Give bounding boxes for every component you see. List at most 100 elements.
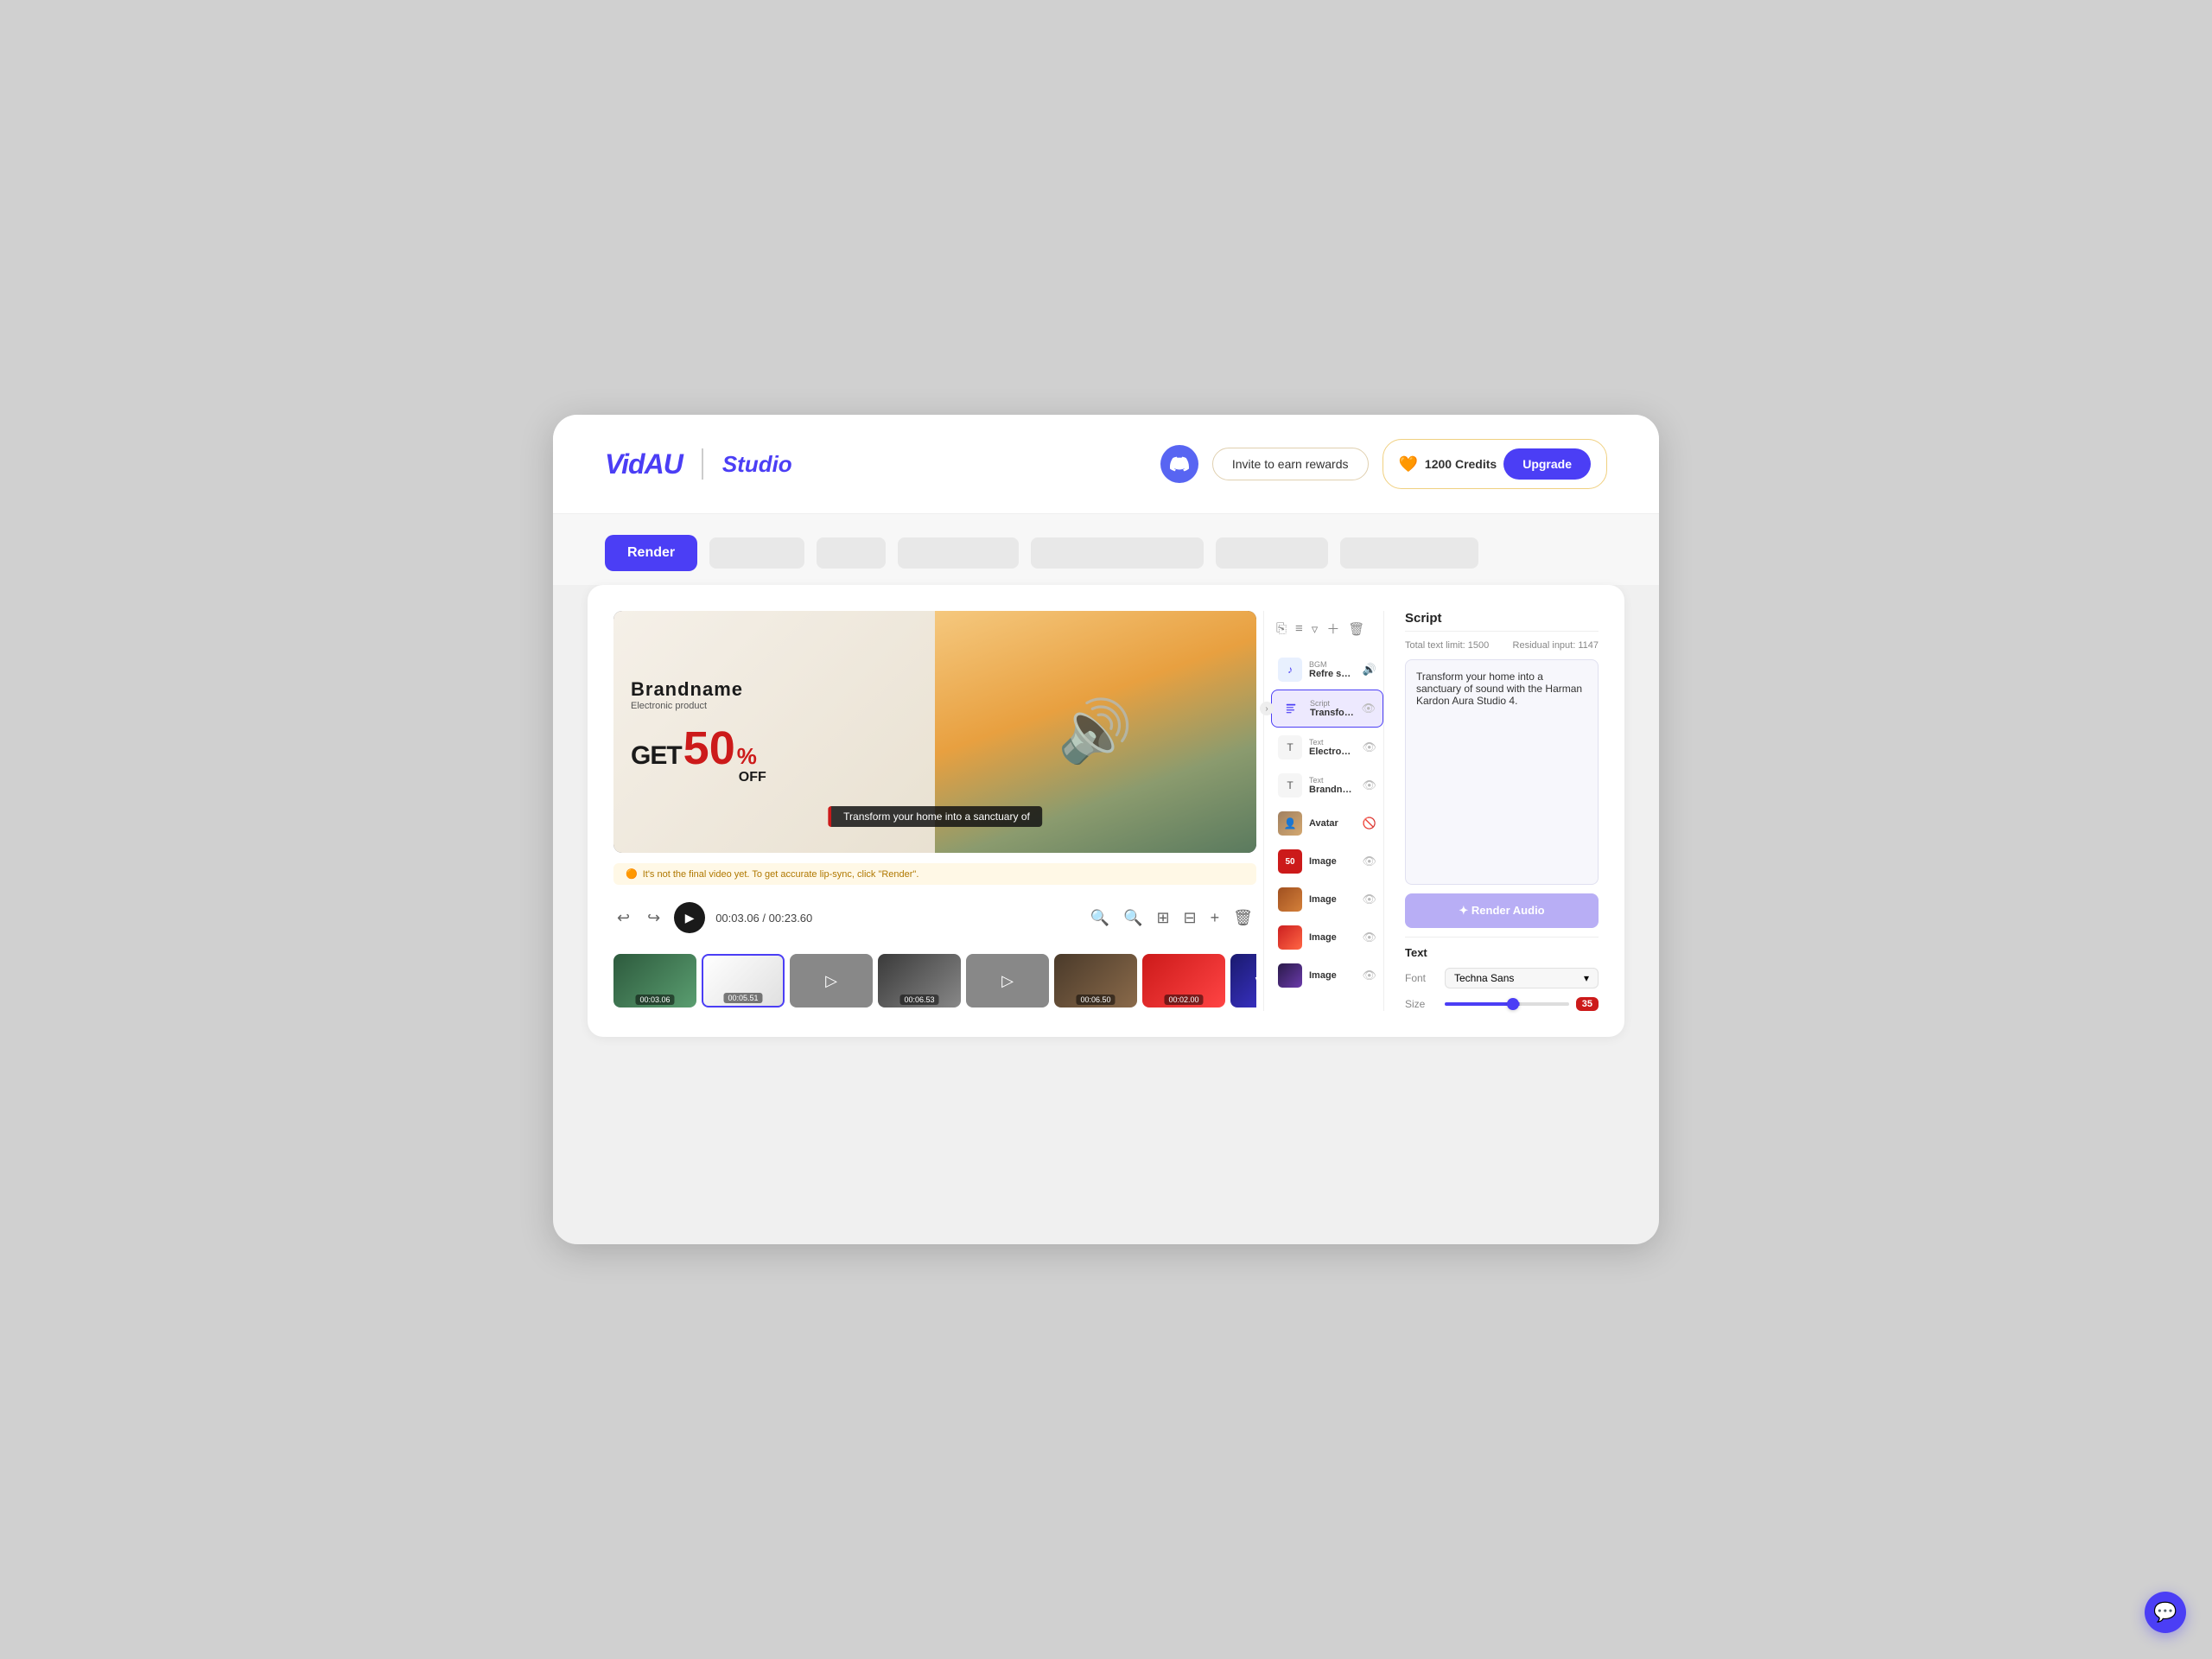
layer-info-img-3: Image: [1309, 932, 1355, 943]
layer-thumb-img-50: 50: [1278, 849, 1302, 874]
layer-info-text-1: Text Electronic pro...: [1309, 738, 1355, 757]
layer-name-text-1: Electronic pro...: [1309, 747, 1355, 757]
layer-thumb-text-1: T: [1278, 735, 1302, 760]
off-text: OFF: [739, 770, 766, 785]
layer-info-img-50: Image: [1309, 856, 1355, 867]
brand-name: Brandname: [631, 678, 950, 701]
text-settings-title: Text: [1405, 937, 1599, 959]
layer-type-script: Script: [1310, 699, 1354, 708]
play-button[interactable]: ▶: [674, 902, 705, 933]
layer-type-text-2: Text: [1309, 776, 1355, 785]
layer-image-3[interactable]: Image 👁: [1271, 919, 1383, 956]
zoom-controls: 🔍 🔍 ⊞ ⊟ + 🗑: [1087, 906, 1256, 931]
script-textarea[interactable]: Transform your home into a sanctuary of …: [1405, 659, 1599, 885]
thumb-time-5: 00:02.00: [1164, 995, 1203, 1005]
layer-image-50[interactable]: 50 Image 👁: [1271, 843, 1383, 880]
layer-copy-btn[interactable]: ⎘: [1274, 620, 1288, 638]
credits-area: 🧡 1200 Credits Upgrade: [1382, 439, 1608, 489]
percent-sign: %: [737, 743, 757, 770]
tab-6[interactable]: [1340, 537, 1478, 569]
layer-eye-text-1[interactable]: 👁: [1362, 741, 1376, 754]
warning-text: It's not the final video yet. To get acc…: [643, 869, 919, 880]
layer-image-2[interactable]: Image 👁: [1271, 881, 1383, 918]
layer-text-1[interactable]: T Text Electronic pro... 👁: [1271, 729, 1383, 766]
fit-button[interactable]: ⊞: [1153, 906, 1173, 931]
collapse-arrow[interactable]: ›: [1260, 702, 1274, 715]
playback-controls: ↩ ↪ ▶ 00:03.06 / 00:23.60 🔍 🔍 ⊞ ⊟ + 🗑: [613, 895, 1256, 940]
discord-button[interactable]: [1160, 445, 1198, 483]
speaker-icon: 🔊: [1058, 696, 1133, 767]
time-separator: /: [762, 912, 768, 925]
font-label: Font: [1405, 972, 1438, 984]
layer-name-script: Transform yo...: [1310, 708, 1354, 718]
layer-filter-btn[interactable]: ▿: [1310, 620, 1320, 639]
script-meta: Total text limit: 1500 Residual input: 1…: [1405, 640, 1599, 651]
layer-eye-bgm[interactable]: 🔊: [1363, 663, 1376, 677]
delete-track-button[interactable]: 🗑: [1230, 906, 1256, 931]
size-slider[interactable]: [1445, 1002, 1569, 1006]
upgrade-button[interactable]: Upgrade: [1503, 448, 1591, 480]
tab-5[interactable]: [1216, 537, 1328, 569]
add-track-button[interactable]: +: [1207, 906, 1224, 931]
timeline-thumb-4[interactable]: 00:06.50: [1054, 954, 1137, 1007]
layer-avatar[interactable]: 👤 Avatar 🚫: [1271, 805, 1383, 842]
product-subtitle: Electronic product: [631, 701, 950, 711]
discount-area: GET 50 % OFF: [631, 725, 950, 785]
chat-fab[interactable]: 💬: [2145, 1592, 2186, 1633]
redo-button[interactable]: ↪: [644, 906, 664, 931]
video-preview: Brandname Electronic product GET 50 % OF…: [613, 611, 1256, 853]
render-button[interactable]: Render: [605, 535, 697, 571]
layer-delete-btn[interactable]: 🗑: [1346, 620, 1366, 639]
font-setting-row: Font Techna Sans ▾: [1405, 968, 1599, 988]
render-audio-button[interactable]: ✦ Render Audio: [1405, 893, 1599, 928]
split-button[interactable]: ⊟: [1180, 906, 1200, 931]
layer-eye-avatar[interactable]: 🚫: [1363, 817, 1376, 830]
script-icon: [1285, 702, 1297, 715]
heart-icon: 🧡: [1399, 455, 1418, 474]
layer-add-btn[interactable]: ＋: [1325, 618, 1341, 639]
zoom-in-button[interactable]: 🔍: [1120, 906, 1146, 931]
tab-2[interactable]: [817, 537, 886, 569]
layer-eye-text-2[interactable]: 👁: [1362, 779, 1376, 792]
thumb-time-4: 00:06.50: [1076, 995, 1115, 1005]
layer-eye-img-2[interactable]: 👁: [1362, 893, 1376, 906]
layer-text-2[interactable]: T Text Brandname 👁: [1271, 767, 1383, 804]
timeline-thumb-2[interactable]: 00:05.51: [702, 954, 785, 1007]
invite-button[interactable]: Invite to earn rewards: [1212, 448, 1369, 480]
layer-info-script: Script Transform yo...: [1310, 699, 1354, 718]
layer-eye-img-3[interactable]: 👁: [1362, 931, 1376, 944]
layer-bgm[interactable]: ♪ BGM Refre shing S... 🔊: [1271, 652, 1383, 688]
font-value: Techna Sans: [1454, 972, 1514, 984]
layer-eye-img-4[interactable]: 👁: [1362, 969, 1376, 982]
size-label: Size: [1405, 998, 1438, 1010]
discord-icon: [1170, 454, 1189, 474]
tab-3[interactable]: [898, 537, 1019, 569]
logo-vidau: VidAU: [605, 448, 683, 480]
layer-eye-img-50[interactable]: 👁: [1362, 855, 1376, 868]
tab-1[interactable]: [709, 537, 804, 569]
timeline-thumb-3[interactable]: 00:06.53: [878, 954, 961, 1007]
size-slider-container: [1445, 1002, 1569, 1006]
layer-image-4[interactable]: Image 👁: [1271, 957, 1383, 994]
layer-thumb-img-3: [1278, 925, 1302, 950]
tab-4[interactable]: [1031, 537, 1204, 569]
timeline-thumb-1[interactable]: 00:03.06: [613, 954, 696, 1007]
timeline-thumb-5[interactable]: 00:02.00: [1142, 954, 1225, 1007]
zoom-out-button[interactable]: 🔍: [1087, 906, 1113, 931]
chat-icon: 💬: [2153, 1601, 2177, 1624]
logo-area: VidAU Studio: [605, 448, 792, 480]
layer-info-text-2: Text Brandname: [1309, 776, 1355, 795]
layer-eye-script[interactable]: 👁: [1361, 702, 1376, 715]
layer-type-text-1: Text: [1309, 738, 1355, 747]
font-selector[interactable]: Techna Sans ▾: [1445, 968, 1599, 988]
time-total: 00:23.60: [769, 912, 813, 925]
timeline-thumb-6[interactable]: VidAU: [1230, 954, 1256, 1007]
thumb-time-2: 00:05.51: [723, 993, 762, 1003]
layer-align-btn[interactable]: ≡: [1294, 620, 1305, 638]
time-current: 00:03.06: [715, 912, 760, 925]
undo-button[interactable]: ↩: [613, 906, 633, 931]
layer-thumb-avatar: 👤: [1278, 811, 1302, 836]
layer-script[interactable]: › Script Transform yo... 👁: [1271, 690, 1383, 728]
warning-bar: 🟠 It's not the final video yet. To get a…: [613, 863, 1256, 885]
timeline: 00:03.06 00:05.51 ▷ 00:06.53 ▷ 00:06.50 …: [613, 950, 1256, 1011]
